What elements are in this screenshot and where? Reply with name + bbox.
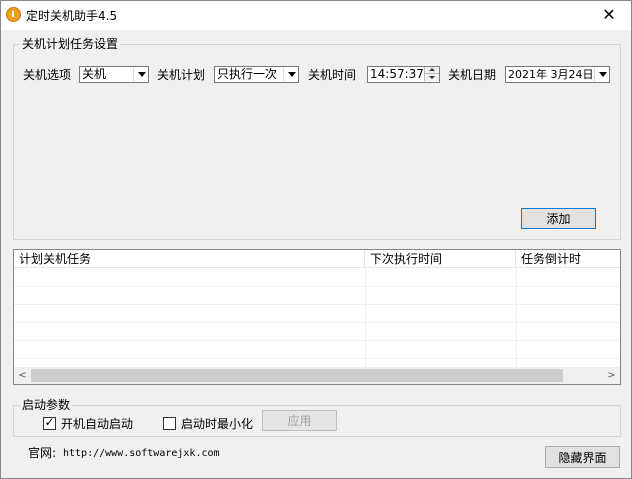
chevron-down-icon [594, 67, 609, 82]
task-list[interactable]: 计划关机任务 下次执行时间 任务倒计时 < > [13, 249, 621, 385]
grid-line [14, 358, 620, 359]
option-label: 关机选项 [23, 68, 72, 82]
plan-select[interactable]: 只执行一次 [214, 66, 299, 83]
shutdown-settings-legend: 关机计划任务设置 [20, 37, 121, 51]
autostart-label[interactable]: 开机自动启动 [61, 417, 133, 431]
spin-down-icon[interactable] [424, 74, 439, 81]
grid-line [14, 322, 620, 323]
option-select[interactable]: 关机 [79, 66, 149, 83]
minimize-label[interactable]: 启动时最小化 [181, 417, 253, 431]
power-icon [6, 7, 21, 22]
column-header-task[interactable]: 计划关机任务 [14, 250, 365, 268]
plan-label: 关机计划 [157, 68, 206, 82]
date-picker-value: 2021年 3月24日 [508, 68, 594, 81]
add-button[interactable]: 添加 [521, 208, 596, 229]
grid-line [14, 304, 620, 305]
date-picker[interactable]: 2021年 3月24日 [505, 66, 610, 83]
window-title: 定时关机助手4.5 [26, 9, 118, 23]
hide-window-button[interactable]: 隐藏界面 [545, 446, 620, 468]
check-icon: ✓ [44, 415, 55, 429]
main-window: 定时关机助手4.5 ✕ 关机计划任务设置 关机选项 关机 关机计划 只执行一次 … [0, 0, 632, 479]
time-picker-value: 14:57:37 [370, 67, 424, 81]
scroll-left-icon[interactable]: < [14, 367, 31, 384]
chevron-down-icon [133, 67, 148, 82]
startup-params-legend: 启动参数 [20, 398, 73, 412]
close-button[interactable]: ✕ [589, 1, 629, 29]
horizontal-scrollbar[interactable]: < > [14, 367, 620, 384]
chevron-down-icon [283, 67, 298, 82]
scrollbar-thumb[interactable] [31, 369, 563, 382]
grid-line [14, 340, 620, 341]
minimize-checkbox[interactable] [163, 417, 176, 430]
title-bar[interactable]: 定时关机助手4.5 ✕ [1, 1, 631, 30]
grid-line [516, 268, 517, 368]
column-header-countdown[interactable]: 任务倒计时 [516, 250, 620, 268]
date-label: 关机日期 [448, 68, 497, 82]
spin-up-icon[interactable] [424, 67, 439, 74]
time-label: 关机时间 [308, 68, 357, 82]
option-select-value: 关机 [82, 67, 107, 81]
plan-select-value: 只执行一次 [217, 67, 278, 81]
apply-button[interactable]: 应用 [262, 410, 337, 431]
autostart-checkbox[interactable]: ✓ [43, 415, 56, 430]
website-url[interactable]: http://www.softwarejxk.com [63, 447, 220, 461]
grid-line [365, 268, 366, 368]
time-picker[interactable]: 14:57:37 [367, 66, 440, 83]
website-label: 官网: [28, 446, 57, 460]
task-list-header: 计划关机任务 下次执行时间 任务倒计时 [14, 250, 620, 268]
scroll-right-icon[interactable]: > [603, 367, 620, 384]
grid-line [14, 286, 620, 287]
column-header-next-run[interactable]: 下次执行时间 [365, 250, 516, 268]
